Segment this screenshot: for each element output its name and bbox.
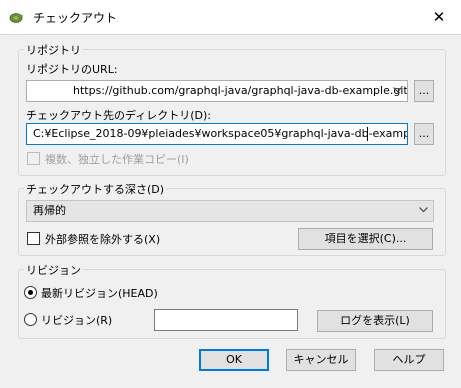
multi-checkout-label: 複数、独立した作業コピー(I): [45, 153, 189, 166]
radio-selected-dot: [28, 290, 33, 295]
head-revision-radio[interactable]: [24, 286, 37, 299]
text-caret: [367, 127, 368, 141]
depth-select-value: 再帰的: [33, 204, 66, 217]
repository-url-label: リポジトリのURL:: [26, 63, 118, 76]
choose-items-button[interactable]: 項目を選択(C)...: [298, 228, 433, 250]
revision-number-input[interactable]: [154, 309, 298, 331]
browse-dir-button[interactable]: ...: [414, 123, 434, 145]
browse-url-button[interactable]: ...: [414, 80, 434, 102]
head-revision-label: 最新リビジョン(HEAD): [41, 287, 158, 300]
checkout-dir-label: チェックアウト先のディレクトリ(D):: [26, 109, 211, 122]
depth-select[interactable]: 再帰的: [26, 200, 434, 222]
specific-revision-radio[interactable]: [24, 313, 37, 326]
checkout-dir-value: C:¥Eclipse_2018-09¥pleiades¥workspace05¥…: [33, 127, 408, 140]
chevron-down-icon[interactable]: [389, 81, 405, 101]
multi-checkout-checkbox[interactable]: [27, 152, 40, 165]
omit-externals-label: 外部参照を除外する(X): [45, 233, 161, 246]
specific-revision-label: リビジョン(R): [41, 314, 113, 327]
checkout-dir-input[interactable]: C:¥Eclipse_2018-09¥pleiades¥workspace05¥…: [26, 123, 408, 145]
tortoise-icon: [9, 10, 23, 24]
window-title: チェックアウト: [33, 11, 118, 25]
omit-externals-checkbox[interactable]: [27, 232, 40, 245]
close-button[interactable]: ✕: [428, 6, 450, 28]
title-bar: チェックアウト ✕: [0, 0, 461, 34]
repository-url-combobox[interactable]: https://github.com/graphql-java/graphql-…: [26, 80, 408, 102]
depth-group-title: チェックアウトする深さ(D): [24, 181, 167, 197]
repository-url-value: https://github.com/graphql-java/graphql-…: [73, 84, 408, 97]
ok-button[interactable]: OK: [199, 349, 269, 371]
show-log-button[interactable]: ログを表示(L): [317, 310, 433, 332]
revision-group-title: リビジョン: [24, 262, 83, 278]
help-button[interactable]: ヘルプ: [374, 349, 444, 371]
cancel-button[interactable]: キャンセル: [286, 349, 356, 371]
chevron-down-icon[interactable]: [415, 201, 431, 221]
repository-group-title: リポジトリ: [24, 42, 83, 58]
